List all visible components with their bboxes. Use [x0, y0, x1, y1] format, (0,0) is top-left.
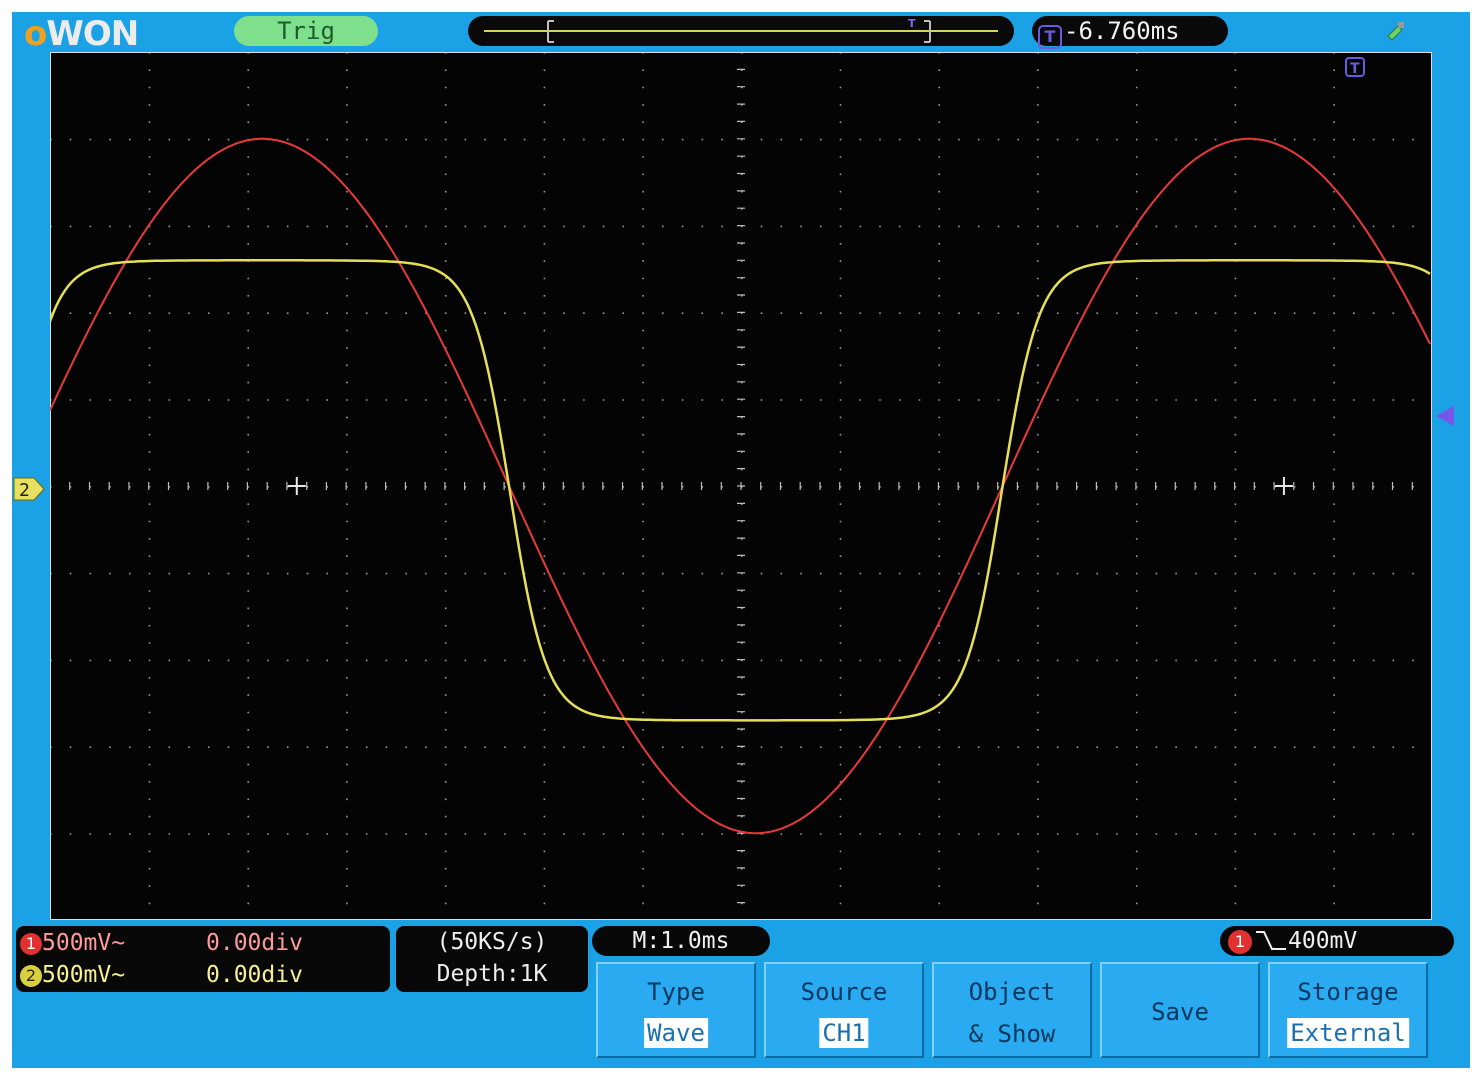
trigger-t-icon: T [1038, 25, 1062, 49]
rising-edge-icon [1256, 931, 1286, 950]
trigger-settings-readout[interactable]: 1 400mV [1220, 926, 1454, 956]
usb-icon [1384, 20, 1406, 42]
softkey-object-label: Object [968, 978, 1056, 1006]
ch2-settings-row[interactable]: 2 500mV~ 0.00div [20, 960, 386, 990]
trigger-position-value: -6.760ms [1064, 17, 1180, 45]
owon-logo: oWON [24, 14, 139, 54]
softkey-source-label: Source [800, 978, 888, 1006]
oscilloscope-display: oWON Trig T T -6.760ms T 2 1 500mV~ 0.00… [12, 12, 1470, 1068]
sample-rate: (50KS/s) [436, 929, 548, 955]
waveform-traces: T [50, 57, 1431, 835]
softkey-storage-value: External [1287, 1018, 1409, 1048]
softkey-storage[interactable]: Storage External [1268, 962, 1428, 1058]
ch2-ground-marker[interactable]: 2 [12, 476, 46, 502]
ch1-settings-row[interactable]: 1 500mV~ 0.00div [20, 928, 386, 958]
ch1-offset: 0.00div [206, 930, 303, 956]
ch2-waveform [50, 259, 1431, 722]
softkey-type-value: Wave [644, 1018, 708, 1048]
softkey-source[interactable]: Source CH1 [764, 962, 924, 1058]
softkey-type[interactable]: Type Wave [596, 962, 756, 1058]
svg-text:T: T [908, 17, 916, 30]
channel-settings-panel: 1 500mV~ 0.00div 2 500mV~ 0.00div [16, 926, 390, 992]
softkey-save[interactable]: Save [1100, 962, 1260, 1058]
trigger-level-marker[interactable] [1434, 404, 1456, 428]
softkey-object-value: & Show [968, 1020, 1056, 1048]
trigger-source-icon: 1 [1228, 930, 1252, 954]
trigger-marker-icon: T [1345, 57, 1365, 77]
svg-text:T: T [1350, 61, 1360, 77]
trigger-status-badge: Trig [234, 16, 378, 46]
softkey-storage-label: Storage [1297, 978, 1399, 1006]
softkey-source-value: CH1 [819, 1018, 869, 1048]
memory-timeline-bar: T [468, 16, 1014, 46]
softkey-type-label: Type [647, 978, 705, 1006]
softkey-save-label: Save [1151, 998, 1209, 1026]
ch2-volts-div: 500mV~ [42, 962, 126, 988]
ch1-waveform [50, 137, 1431, 835]
logo-text: WON [46, 14, 139, 54]
trigger-level-value: 400mV [1288, 928, 1358, 954]
acquisition-panel: (50KS/s) Depth:1K [396, 926, 588, 992]
ch1-volts-div: 500mV~ [42, 930, 126, 956]
memory-depth: Depth:1K [436, 961, 548, 987]
trigger-position-readout: T -6.760ms [1032, 16, 1228, 49]
timeline-graphic: T [484, 17, 998, 43]
ch2-indicator-icon: 2 [20, 965, 42, 987]
ch2-offset: 0.00div [206, 962, 303, 988]
timebase-readout[interactable]: M:1.0ms [592, 926, 770, 956]
softkey-object-show[interactable]: Object & Show [932, 962, 1092, 1058]
ch1-indicator-icon: 1 [20, 933, 42, 955]
waveform-screen: T [50, 52, 1432, 920]
svg-text:2: 2 [19, 480, 30, 501]
